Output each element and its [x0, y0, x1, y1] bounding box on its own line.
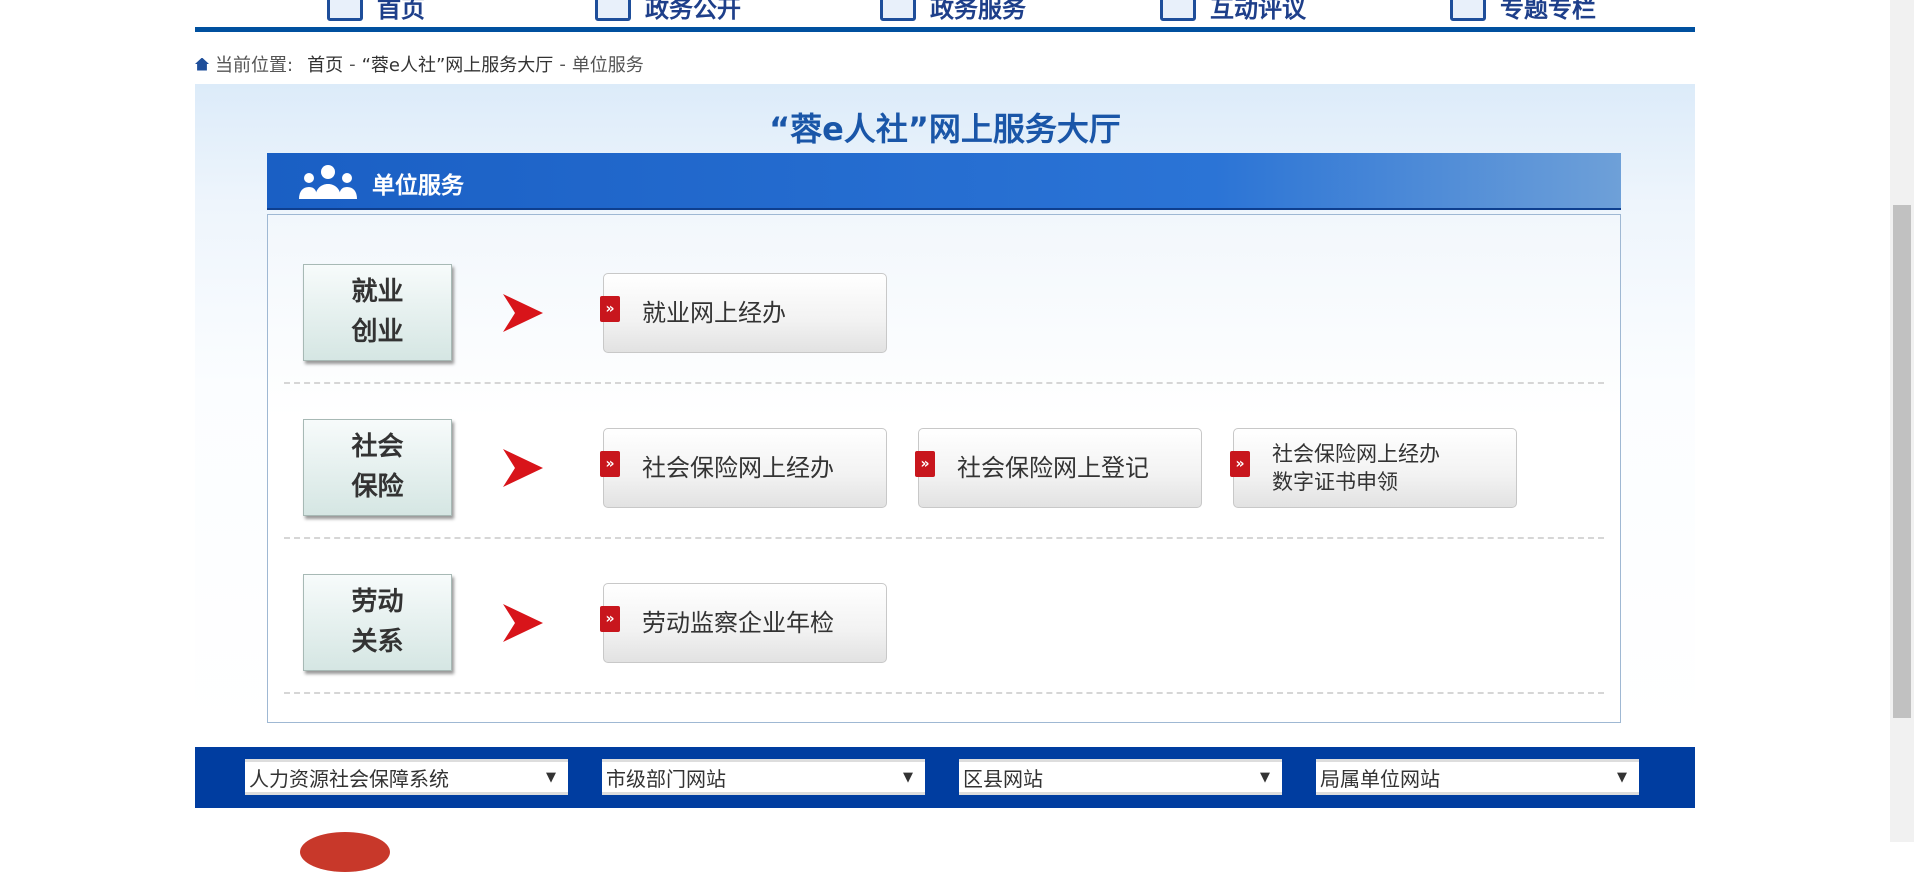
category-employment: 就业 创业 — [303, 264, 452, 361]
double-chevron-icon: » — [600, 296, 620, 322]
arrow-icon — [503, 449, 543, 487]
divider — [284, 692, 1604, 694]
social-insurance-register-button[interactable]: » 社会保险网上登记 — [915, 428, 1202, 508]
select-value: 局属单位网站 — [1320, 766, 1440, 791]
button-label: 社会保险网上登记 — [957, 453, 1149, 482]
topic-icon — [1450, 0, 1486, 21]
employment-online-button[interactable]: » 就业网上经办 — [600, 273, 887, 353]
divider — [284, 382, 1604, 384]
scrollbar-thumb[interactable] — [1893, 205, 1911, 718]
select-value: 人力资源社会保障系统 — [249, 766, 449, 791]
category-label: 劳动 — [351, 587, 404, 618]
nav-gov-open[interactable]: 政务公开 — [595, 0, 741, 26]
category-label: 保险 — [351, 471, 404, 502]
digital-certificate-button[interactable]: » 社会保险网上经办 数字证书申领 — [1230, 428, 1517, 508]
button-line: 社会保险网上经办 — [1272, 441, 1440, 466]
service-list: 就业创业 » 就业网上经办 社会保险 » 社会保险网上经办 » 社会保险网上登记 » 社… — [267, 214, 1621, 723]
double-chevron-icon: » — [600, 606, 620, 632]
chat-icon — [1160, 0, 1196, 21]
breadcrumb: 当前位置: 首页 - “蓉e人社”网上服务大厅 - 单位服务 — [195, 51, 644, 77]
button-label: 社会保险网上经办 — [642, 453, 834, 482]
social-insurance-online-button[interactable]: » 社会保险网上经办 — [600, 428, 887, 508]
hr-system-select[interactable]: 人力资源社会保障系统 ▼ — [245, 759, 568, 795]
dropdown-arrow-icon: ▼ — [1260, 769, 1270, 785]
banner-title: “蓉e人社”网上服务大厅 — [769, 110, 1121, 148]
button-label: 劳动监察企业年检 — [642, 608, 834, 637]
category-labor-relations: 劳动 关系 — [303, 574, 452, 671]
breadcrumb-sep: - — [349, 53, 356, 75]
emblem-icon — [300, 832, 390, 872]
dropdown-arrow-icon: ▼ — [546, 769, 556, 785]
section-title: 单位服务 — [372, 173, 464, 199]
nav-topics[interactable]: 专题专栏 — [1450, 0, 1596, 26]
category-label: 社会 — [351, 432, 404, 463]
select-value: 区县网站 — [963, 766, 1043, 791]
category-label: 创业 — [351, 316, 404, 347]
button-label: 就业网上经办 — [642, 298, 786, 327]
nav-label: 政务公开 — [645, 0, 741, 23]
category-label: 关系 — [351, 626, 404, 657]
people-icon — [299, 165, 357, 199]
arrow-icon — [503, 604, 543, 642]
double-chevron-icon: » — [915, 451, 935, 477]
dropdown-arrow-icon: ▼ — [1617, 769, 1627, 785]
nav-label: 首页 — [377, 0, 425, 23]
breadcrumb-current: 单位服务 — [571, 55, 644, 76]
breadcrumb-home[interactable]: 首页 — [307, 51, 343, 77]
nav-label: 专题专栏 — [1500, 0, 1596, 23]
home-icon — [195, 57, 209, 71]
category-label: 就业 — [351, 277, 404, 308]
section-header: 单位服务 — [267, 153, 1621, 210]
nav-divider — [195, 27, 1695, 32]
divider — [284, 537, 1604, 539]
category-social-insurance: 社会 保险 — [303, 419, 452, 516]
double-chevron-icon: » — [600, 451, 620, 477]
button-label: 社会保险网上经办 数字证书申领 — [1272, 440, 1440, 497]
double-chevron-icon: » — [1230, 451, 1250, 477]
labor-inspection-button[interactable]: » 劳动监察企业年检 — [600, 583, 887, 663]
nav-interaction[interactable]: 互动评议 — [1160, 0, 1306, 26]
affiliated-units-select[interactable]: 局属单位网站 ▼ — [1316, 759, 1639, 795]
home-icon — [327, 0, 363, 21]
select-value: 市级部门网站 — [606, 766, 726, 791]
breadcrumb-label: 当前位置: — [215, 55, 294, 76]
edit-icon — [880, 0, 916, 21]
scrollbar[interactable] — [1890, 0, 1914, 842]
arrow-icon — [503, 294, 543, 332]
nav-gov-service[interactable]: 政务服务 — [880, 0, 1026, 26]
nav-label: 互动评议 — [1210, 0, 1306, 23]
button-line: 数字证书申领 — [1272, 470, 1398, 494]
breadcrumb-hall[interactable]: “蓉e人社”网上服务大厅 — [362, 51, 554, 77]
service-hall-banner: “蓉e人社”网上服务大厅 单位服务 就业创业 » 就业网上经办 社会保险 » 社会保… — [195, 84, 1695, 734]
nav-home[interactable]: 首页 — [327, 0, 425, 26]
district-sites-select[interactable]: 区县网站 ▼ — [959, 759, 1282, 795]
footer-links-bar: 人力资源社会保障系统 ▼ 市级部门网站 ▼ 区县网站 ▼ 局属单位网站 ▼ — [195, 747, 1695, 808]
breadcrumb-sep: - — [559, 53, 566, 75]
dropdown-arrow-icon: ▼ — [903, 769, 913, 785]
nav-label: 政务服务 — [930, 0, 1026, 23]
document-icon — [595, 0, 631, 21]
city-departments-select[interactable]: 市级部门网站 ▼ — [602, 759, 925, 795]
